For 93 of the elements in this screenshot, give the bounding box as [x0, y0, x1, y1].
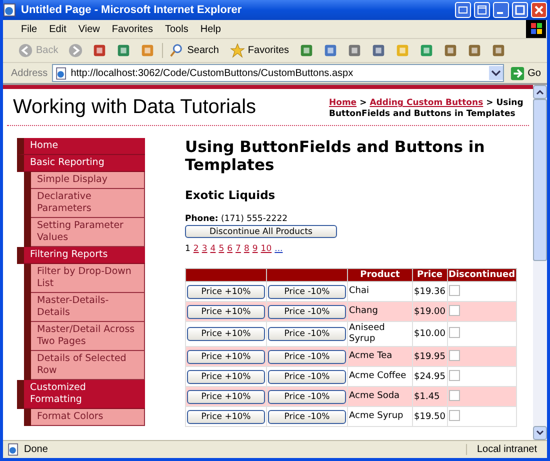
page-heading: Using ButtonFields and Buttons in Templates — [185, 138, 486, 174]
product-cell: Chang — [348, 302, 412, 322]
address-label: Address — [11, 68, 48, 78]
scroll-up-icon[interactable] — [533, 85, 547, 99]
page-link[interactable]: 3 — [202, 244, 208, 254]
page-icon — [7, 443, 20, 456]
menu-item[interactable]: Help — [194, 24, 227, 34]
phone-number: (171) 555-2222 — [221, 214, 288, 224]
status-text: Done — [24, 444, 49, 455]
toolbar-icon[interactable] — [491, 43, 506, 58]
scroll-down-icon[interactable] — [533, 426, 547, 440]
menu-item[interactable]: Edit — [43, 24, 72, 34]
window-title: Untitled Page - Microsoft Internet Explorer — [21, 4, 242, 16]
address-field[interactable]: http://localhost:3062/Code/CustomButtons/CustomButtons.aspx — [52, 64, 504, 82]
nav-section[interactable]: Basic Reporting — [17, 155, 145, 172]
nav-item[interactable]: Master-Details-Details — [31, 293, 145, 322]
price-increase-button[interactable]: Price +10% — [187, 327, 265, 341]
stop-icon[interactable] — [92, 43, 108, 58]
price-decrease-button[interactable]: Price -10% — [268, 327, 346, 341]
page-link[interactable]: 2 — [193, 244, 199, 254]
page-link[interactable]: 5 — [218, 244, 224, 254]
price-increase-button[interactable]: Price +10% — [187, 410, 265, 424]
product-cell: Acme Soda — [348, 386, 412, 406]
price-decrease-button[interactable]: Price -10% — [268, 370, 346, 384]
minimize-icon[interactable] — [493, 2, 509, 18]
breadcrumb: Home > Adding Custom Buttons > Using ButtonFields and Buttons in Templates — [329, 98, 524, 120]
go-arrow-icon — [510, 66, 525, 80]
toolbar-icon[interactable] — [467, 43, 482, 58]
toolbar-icon[interactable] — [419, 43, 434, 58]
favorites-button[interactable]: Favorites — [226, 43, 292, 58]
nav-item[interactable]: Master/Detail Across Two Pages — [31, 322, 145, 351]
toolbar-icon[interactable] — [443, 43, 458, 58]
maximize-icon[interactable] — [512, 2, 528, 18]
price-decrease-button[interactable]: Price -10% — [268, 350, 346, 364]
nav-section[interactable]: Home — [17, 138, 145, 155]
product-cell: Acme Syrup — [348, 406, 412, 426]
price-cell: $19.95 — [412, 346, 447, 366]
window-control-icon[interactable] — [474, 2, 490, 18]
scroll-thumb[interactable] — [533, 99, 547, 261]
nav-item[interactable]: Details of Selected Row — [31, 351, 145, 380]
price-increase-button[interactable]: Price +10% — [187, 304, 265, 318]
breadcrumb-link[interactable]: Home — [329, 98, 357, 108]
nav-item[interactable]: Filter by Drop-Down List — [31, 264, 145, 293]
phone-label: Phone: — [185, 214, 218, 224]
price-decrease-button[interactable]: Price -10% — [268, 284, 346, 298]
page-link[interactable]: 10 — [260, 244, 272, 254]
breadcrumb-link[interactable]: Adding Custom Buttons — [370, 98, 484, 108]
price-cell: $1.45 — [412, 386, 447, 406]
page-link[interactable]: 8 — [244, 244, 250, 254]
nav-section[interactable]: Filtering Reports — [17, 247, 145, 264]
price-increase-button[interactable]: Price +10% — [187, 390, 265, 404]
price-decrease-button[interactable]: Price -10% — [268, 390, 346, 404]
price-cell: $19.00 — [412, 302, 447, 322]
page-link[interactable]: 6 — [227, 244, 233, 254]
price-decrease-button[interactable]: Price -10% — [268, 304, 346, 318]
nav-item[interactable]: Declarative Parameters — [31, 189, 145, 218]
price-cell: $19.50 — [412, 406, 447, 426]
nav-item[interactable]: Setting Parameter Values — [31, 218, 145, 247]
supplier-name: Exotic Liquids — [185, 188, 276, 202]
close-icon[interactable] — [531, 2, 547, 18]
go-button[interactable]: Go — [508, 66, 543, 80]
current-page: 1 — [185, 244, 190, 254]
page-link[interactable]: 7 — [236, 244, 241, 254]
menu-item[interactable]: Favorites — [106, 24, 159, 34]
column-header: Product — [348, 268, 412, 282]
column-header: Price — [412, 268, 447, 282]
nav-item[interactable]: Format Colors — [31, 409, 145, 426]
product-cell: Acme Tea — [348, 346, 412, 366]
nav-section[interactable]: Customized Formatting — [17, 380, 145, 409]
price-decrease-button[interactable]: Price -10% — [268, 410, 346, 424]
menu-item[interactable]: View — [72, 24, 106, 34]
security-zone: Local intranet — [466, 444, 547, 455]
page-link[interactable]: 9 — [252, 244, 258, 254]
star-icon — [230, 43, 245, 58]
menu-item[interactable]: Tools — [158, 24, 194, 34]
browser-icon — [3, 3, 17, 17]
toolbar-icon[interactable] — [371, 43, 386, 58]
toolbar-icon[interactable] — [299, 43, 314, 58]
page-link[interactable]: 4 — [210, 244, 216, 254]
menu-item[interactable]: File — [15, 24, 44, 34]
column-header: Discontinued — [447, 268, 517, 282]
site-title: Working with Data Tutorials — [13, 95, 256, 119]
search-button[interactable]: Search — [162, 43, 222, 58]
discontinue-button[interactable]: Discontinue All Products — [185, 225, 337, 238]
page-icon — [54, 66, 68, 80]
price-increase-button[interactable]: Price +10% — [187, 284, 265, 298]
search-icon — [169, 43, 184, 58]
window-control-icon[interactable] — [455, 2, 471, 18]
price-increase-button[interactable]: Price +10% — [187, 370, 265, 384]
price-increase-button[interactable]: Price +10% — [187, 350, 265, 364]
nav-item[interactable]: Simple Display — [31, 172, 145, 189]
windows-logo-icon — [525, 20, 547, 38]
page-link[interactable]: ... — [274, 244, 283, 254]
